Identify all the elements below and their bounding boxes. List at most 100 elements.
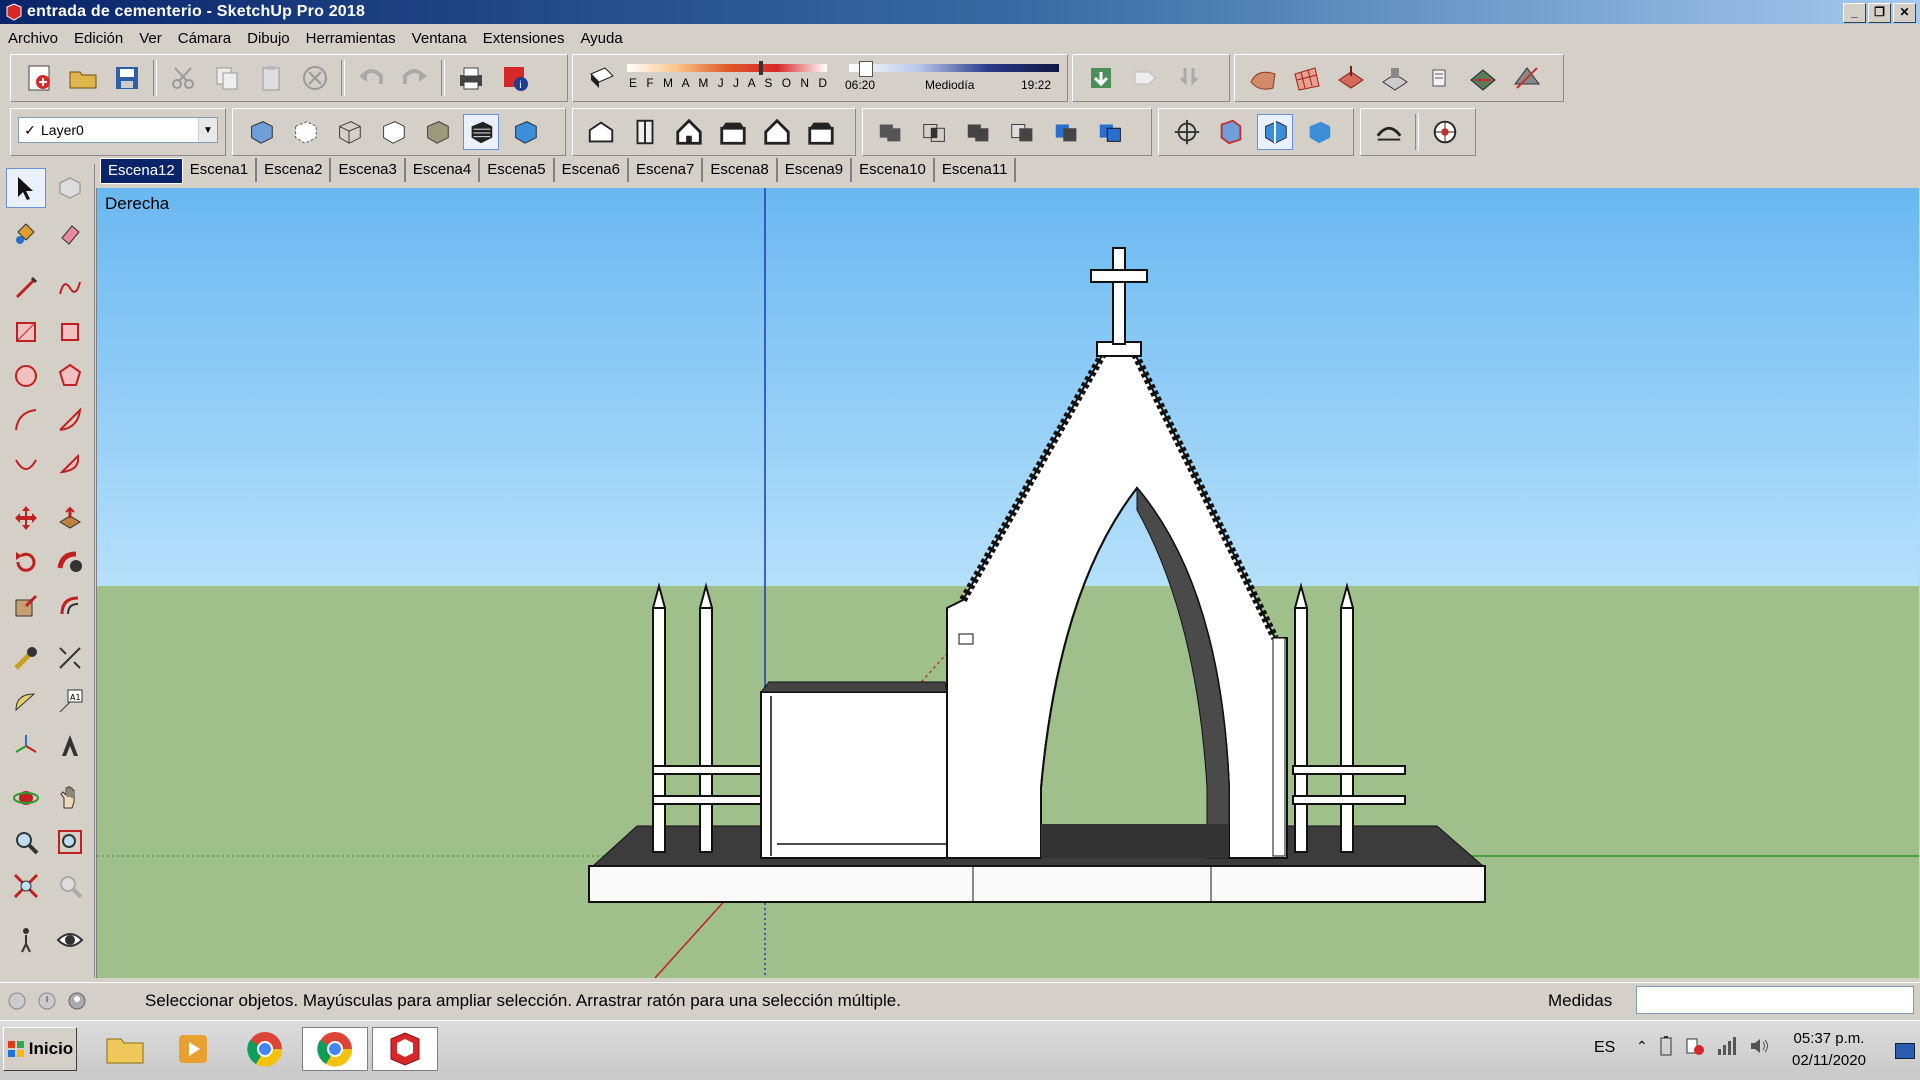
- network-icon[interactable]: [1716, 1035, 1738, 1057]
- text-tool-icon[interactable]: A1: [50, 682, 90, 722]
- scene-tab-escena3[interactable]: Escena3: [331, 158, 406, 182]
- polygon-tool-icon[interactable]: [50, 356, 90, 396]
- three-point-arc-icon[interactable]: [6, 444, 46, 484]
- copy-icon[interactable]: [209, 60, 245, 96]
- start-button[interactable]: Inicio: [3, 1027, 77, 1071]
- menu-ver[interactable]: Ver: [131, 30, 170, 47]
- split-icon[interactable]: [1093, 114, 1129, 150]
- iso-view-icon[interactable]: [583, 114, 619, 150]
- shadow-date-slider[interactable]: E F M A M J J A S O N D: [623, 60, 833, 96]
- menu-dibujo[interactable]: Dibujo: [239, 30, 298, 47]
- display-section-cuts-icon[interactable]: [1257, 114, 1293, 150]
- menu-ventana[interactable]: Ventana: [404, 30, 475, 47]
- paint-bucket-icon[interactable]: [6, 214, 46, 254]
- 3d-text-icon[interactable]: [50, 726, 90, 766]
- scene-tab-escena12[interactable]: Escena12: [100, 158, 183, 184]
- credits-status-icon[interactable]: [34, 988, 60, 1014]
- scene-tab-escena4[interactable]: Escena4: [405, 158, 481, 182]
- display-section-planes-icon[interactable]: [1213, 114, 1249, 150]
- close-icon[interactable]: ✕: [1893, 3, 1916, 23]
- shaded-with-textures-icon[interactable]: [463, 114, 499, 150]
- xray-icon[interactable]: [243, 114, 279, 150]
- line-tool-icon[interactable]: [6, 268, 46, 308]
- move-tool-icon[interactable]: [6, 498, 46, 538]
- scene-tab-escena11[interactable]: Escena11: [934, 158, 1017, 182]
- right-view-icon[interactable]: [715, 114, 751, 150]
- zoom-extents-icon[interactable]: [6, 866, 46, 906]
- intersect-icon[interactable]: [917, 114, 953, 150]
- show-hidden-icons-icon[interactable]: ⌃: [1636, 1038, 1648, 1055]
- geo-location-status-icon[interactable]: [4, 988, 30, 1014]
- freehand-tool-icon[interactable]: [50, 268, 90, 308]
- sandbox-from-contours-icon[interactable]: [1245, 60, 1281, 96]
- scene-tab-escena7[interactable]: Escena7: [628, 158, 704, 182]
- measurements-input[interactable]: [1636, 986, 1914, 1014]
- scene-tab-escena2[interactable]: Escena2: [257, 158, 332, 182]
- axes-tool-icon[interactable]: [6, 726, 46, 766]
- walk-tool-icon[interactable]: [6, 920, 46, 960]
- back-view-icon[interactable]: [759, 114, 795, 150]
- undo-icon[interactable]: [353, 60, 389, 96]
- battery-icon[interactable]: [1658, 1035, 1674, 1057]
- redo-icon[interactable]: [397, 60, 433, 96]
- scene-tab-escena1[interactable]: Escena1: [182, 158, 258, 182]
- scene-tab-escena10[interactable]: Escena10: [852, 158, 935, 182]
- cut-icon[interactable]: [165, 60, 201, 96]
- stamp-icon[interactable]: [1377, 60, 1413, 96]
- make-component-icon[interactable]: [50, 168, 90, 208]
- outer-shell-icon[interactable]: [873, 114, 909, 150]
- model-info-icon[interactable]: i: [497, 60, 533, 96]
- subtract-icon[interactable]: [1005, 114, 1041, 150]
- look-around-icon[interactable]: [50, 920, 90, 960]
- print-icon[interactable]: [453, 60, 489, 96]
- wireframe-icon[interactable]: [331, 114, 367, 150]
- time-slider-handle[interactable]: [859, 61, 873, 77]
- arc-path-icon[interactable]: [1371, 114, 1407, 150]
- scene-tab-escena8[interactable]: Escena8: [703, 158, 778, 182]
- chrome-icon[interactable]: [232, 1027, 298, 1071]
- menu-ayuda[interactable]: Ayuda: [572, 30, 630, 47]
- paste-icon[interactable]: [253, 60, 289, 96]
- follow-me-icon[interactable]: [50, 542, 90, 582]
- sandbox-from-scratch-icon[interactable]: [1289, 60, 1325, 96]
- restore-icon[interactable]: ❐: [1868, 3, 1891, 23]
- two-point-arc-icon[interactable]: [50, 400, 90, 440]
- action-center-icon[interactable]: [1684, 1035, 1706, 1057]
- shadow-toggle-icon[interactable]: [583, 60, 619, 96]
- arc-tool-icon[interactable]: [6, 400, 46, 440]
- add-detail-icon[interactable]: [1465, 60, 1501, 96]
- display-section-fill-icon[interactable]: [1301, 114, 1337, 150]
- erase-delete-icon[interactable]: [297, 60, 333, 96]
- save-icon[interactable]: [109, 60, 145, 96]
- geo-location-icon[interactable]: [1427, 114, 1463, 150]
- tape-measure-icon[interactable]: [6, 638, 46, 678]
- volume-icon[interactable]: [1748, 1035, 1770, 1057]
- share-model-icon[interactable]: [1127, 60, 1163, 96]
- menu-edicion[interactable]: Edición: [66, 30, 131, 47]
- layer-select[interactable]: ✓ Layer0 ▼: [18, 117, 218, 143]
- scene-tab-escena5[interactable]: Escena5: [480, 158, 555, 182]
- protractor-icon[interactable]: [6, 682, 46, 722]
- hidden-line-icon[interactable]: [375, 114, 411, 150]
- back-edges-icon[interactable]: [287, 114, 323, 150]
- zoom-tool-icon[interactable]: [6, 822, 46, 862]
- push-pull-icon[interactable]: [50, 498, 90, 538]
- top-view-icon[interactable]: [627, 114, 663, 150]
- scene-tab-escena9[interactable]: Escena9: [777, 158, 853, 182]
- scene-tab-escena6[interactable]: Escena6: [554, 158, 629, 182]
- chrome-window-icon[interactable]: [302, 1027, 368, 1071]
- media-player-icon[interactable]: [160, 1027, 226, 1071]
- language-indicator[interactable]: ES: [1594, 1039, 1615, 1057]
- model-viewport[interactable]: Derecha: [96, 188, 1919, 978]
- circle-tool-icon[interactable]: [6, 356, 46, 396]
- union-icon[interactable]: [961, 114, 997, 150]
- shadow-time-slider[interactable]: 06:20 Mediodía 19:22: [845, 60, 1065, 96]
- drape-icon[interactable]: [1421, 60, 1457, 96]
- section-plane-icon[interactable]: [1169, 114, 1205, 150]
- extension-warehouse-icon[interactable]: [1171, 60, 1207, 96]
- open-folder-icon[interactable]: [65, 60, 101, 96]
- dimension-tool-icon[interactable]: [50, 638, 90, 678]
- chevron-down-icon[interactable]: ▼: [198, 118, 217, 142]
- sketchup-taskbar-icon[interactable]: [372, 1027, 438, 1071]
- minimize-icon[interactable]: _: [1843, 3, 1866, 23]
